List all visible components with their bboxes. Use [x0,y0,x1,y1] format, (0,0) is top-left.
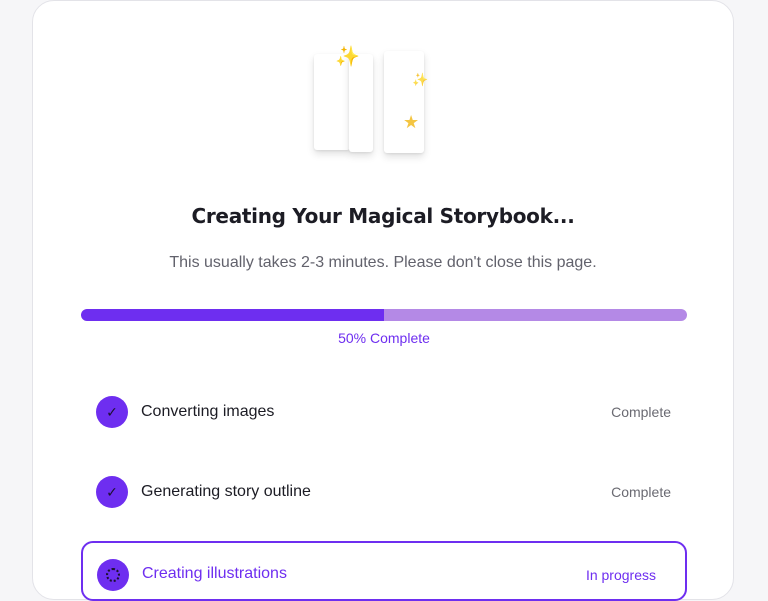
step-status: Complete [611,484,671,500]
progress-label: 50% Complete [338,330,430,346]
book-page-icon [314,54,350,150]
sparkles-icon: ✨ [412,72,429,87]
check-icon: ✓ [96,396,128,428]
progress-card: ✨ ✨ ★ Creating Your Magical Storybook...… [32,0,734,601]
sparkles-icon: ✨ [335,46,360,68]
step-status: In progress [585,567,656,583]
step-status: Complete [611,404,671,420]
star-icon: ★ [403,112,420,132]
spinner-icon [97,559,129,591]
step-label: Generating story outline [141,483,311,500]
step-converting-images: ✓ Converting images Complete [81,382,687,442]
progress-bar [81,309,687,321]
check-icon: ✓ [96,476,128,508]
book-page-icon [349,54,373,152]
progress-bar-fill [81,309,384,321]
page-title: Creating Your Magical Storybook... [191,204,575,228]
step-creating-illustrations: Creating illustrations In progress [81,541,687,601]
book-page-icon [384,51,424,153]
step-label: Converting images [141,403,275,420]
storybook-illustration: ✨ ✨ ★ [313,45,443,165]
step-generating-story-outline: ✓ Generating story outline Complete [81,462,687,522]
page-subtitle: This usually takes 2-3 minutes. Please d… [169,254,597,271]
step-label: Creating illustrations [142,565,287,582]
